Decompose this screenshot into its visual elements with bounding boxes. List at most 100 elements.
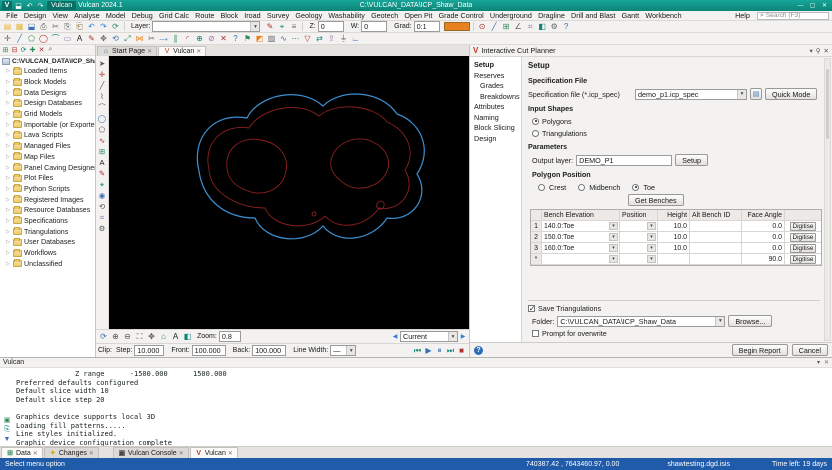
shade-icon[interactable]: ◧ [182, 332, 193, 342]
close-icon[interactable] [824, 359, 829, 366]
console-collapse-icon[interactable]: ▾ [817, 359, 820, 366]
save-icon[interactable]: ⬓ [26, 22, 37, 32]
annotate-icon[interactable]: ✎ [86, 34, 97, 44]
face-angle-cell[interactable]: 90.0 [742, 254, 785, 264]
face-angle-cell[interactable]: 0.0 [742, 232, 785, 242]
undo-icon[interactable]: ↶ [86, 22, 97, 32]
panel-pin-icon[interactable]: ⚲ [816, 47, 821, 55]
create-line-icon[interactable]: ╱ [14, 34, 25, 44]
height-cell[interactable]: 10.0 [658, 232, 690, 242]
filter-icon[interactable]: ▽ [302, 34, 313, 44]
new-icon[interactable]: ▤ [2, 22, 13, 32]
collapse-all-icon[interactable]: ⊟ [10, 46, 19, 55]
expand-arrow-icon[interactable] [6, 154, 11, 160]
titlebar-redo-icon[interactable]: ↷ [36, 1, 45, 10]
data-tree-item[interactable]: Plot Files [0, 173, 95, 184]
refresh-data-icon[interactable]: ⟳ [19, 46, 28, 55]
bench-elevation-cell[interactable]: 140.0:Toe [542, 221, 620, 231]
line-snap-icon[interactable]: ╱ [489, 22, 500, 32]
menu-item[interactable]: Model [103, 11, 129, 20]
menu-item[interactable]: Dragline [535, 11, 568, 20]
polygon-tool-icon[interactable]: ⬠ [97, 124, 108, 135]
bottom-tab[interactable]: ⊞ Data [1, 447, 43, 458]
toe-radio[interactable] [632, 184, 639, 191]
measure-tool-icon[interactable]: ⌗ [97, 212, 108, 223]
data-tree-item[interactable]: Grid Models [0, 109, 95, 120]
search-data-icon[interactable]: ⌕ [46, 46, 55, 55]
view-3d-icon[interactable]: ◧ [537, 22, 548, 32]
scrollbar-thumb[interactable] [826, 69, 829, 139]
menu-item[interactable]: Debug [129, 11, 156, 20]
menu-item[interactable]: Survey [264, 11, 293, 20]
edit-tool-icon[interactable]: ✎ [97, 168, 108, 179]
digitise-button[interactable]: Digitise [790, 244, 817, 253]
data-tree-item[interactable]: Importable (or Exported) [0, 119, 95, 130]
circle-icon[interactable]: ◯ [38, 34, 49, 44]
cut-icon[interactable]: ✂ [50, 22, 61, 32]
colour-swatch[interactable] [444, 22, 470, 31]
split-icon[interactable]: ⊘ [206, 34, 217, 44]
alt-bench-id-cell[interactable] [690, 232, 742, 242]
measure-icon[interactable]: ⌗ [525, 22, 536, 32]
expand-arrow-icon[interactable] [6, 68, 11, 74]
node-tool-icon[interactable]: ◉ [97, 190, 108, 201]
minimize-button[interactable]: — [795, 1, 806, 10]
create-point-icon[interactable]: ✛ [2, 34, 13, 44]
cut-planner-nav-item[interactable]: Design [470, 133, 521, 144]
expand-arrow-icon[interactable] [6, 165, 11, 171]
position-cell[interactable] [620, 243, 658, 253]
viewport-canvas[interactable] [109, 56, 469, 329]
rotate-view-icon[interactable]: ⟲ [97, 201, 108, 212]
join-icon[interactable]: ⊕ [194, 34, 205, 44]
menu-item[interactable]: Workbench [642, 11, 684, 20]
data-tree-item[interactable]: Resource Databases [0, 205, 95, 216]
delete-icon[interactable]: ✕ [218, 34, 229, 44]
polygons-radio[interactable] [532, 118, 539, 125]
data-tree-item[interactable]: Map Files [0, 152, 95, 163]
help-icon[interactable]: ? [474, 346, 483, 355]
menu-item[interactable]: Block [217, 11, 241, 20]
output-layer-field[interactable]: DEMO_P1 [576, 155, 672, 166]
text-icon[interactable]: A [74, 34, 85, 44]
bench-elevation-cell[interactable]: 160.0:Toe [542, 243, 620, 253]
line-tool-icon[interactable]: ╱ [97, 80, 108, 91]
bottom-tab[interactable]: ▣ Vulcan Console [113, 447, 189, 458]
grad-field[interactable]: 0:1 [414, 21, 440, 32]
open-icon[interactable]: ▦ [14, 22, 25, 32]
section-icon[interactable]: ⌳ [350, 34, 361, 44]
expand-arrow-icon[interactable] [6, 111, 11, 117]
data-tree-item[interactable]: Block Models [0, 77, 95, 88]
alt-bench-id-cell[interactable] [690, 221, 742, 231]
expand-arrow-icon[interactable] [6, 197, 11, 203]
w-field[interactable]: 0 [361, 21, 387, 32]
zoom-in-icon[interactable]: ⊕ [110, 332, 121, 342]
rotate-icon[interactable]: ⟲ [110, 34, 121, 44]
alt-bench-id-cell[interactable] [690, 243, 742, 253]
expand-arrow-icon[interactable] [6, 207, 11, 213]
data-tree-item[interactable]: Loaded Items [0, 66, 95, 77]
expand-arrow-icon[interactable] [6, 79, 11, 85]
close-icon[interactable] [196, 48, 201, 55]
data-tree-item[interactable]: Panel Caving Designer [0, 162, 95, 173]
line-width-combo[interactable]: — [330, 345, 356, 356]
data-tree-item[interactable]: Triangulations [0, 226, 95, 237]
data-tree-item[interactable]: Registered Images [0, 194, 95, 205]
pan-icon[interactable]: ✥ [146, 332, 157, 342]
digitise-button[interactable]: Digitise [790, 233, 817, 242]
front-field[interactable]: 100.000 [192, 345, 226, 356]
height-cell[interactable] [658, 254, 690, 264]
cut-planner-nav-item[interactable]: Reserves [470, 70, 521, 81]
console-copy-icon[interactable]: ⎘ [3, 425, 12, 434]
densify-icon[interactable]: ⋯ [290, 34, 301, 44]
expand-all-icon[interactable]: ⊞ [1, 46, 10, 55]
face-angle-cell[interactable]: 0.0 [742, 221, 785, 231]
face-angle-cell[interactable]: 0.0 [742, 243, 785, 253]
expand-arrow-icon[interactable] [6, 132, 11, 138]
mirror-icon[interactable]: ⋈ [134, 34, 145, 44]
menu-item[interactable]: Gantt [618, 11, 642, 20]
get-benches-button[interactable]: Get Benches [628, 194, 684, 206]
menu-item[interactable]: View [49, 11, 71, 20]
data-tree-item[interactable]: Python Scripts [0, 184, 95, 195]
menu-item[interactable]: Route [192, 11, 217, 20]
digitise-button[interactable]: Digitise [790, 222, 817, 231]
